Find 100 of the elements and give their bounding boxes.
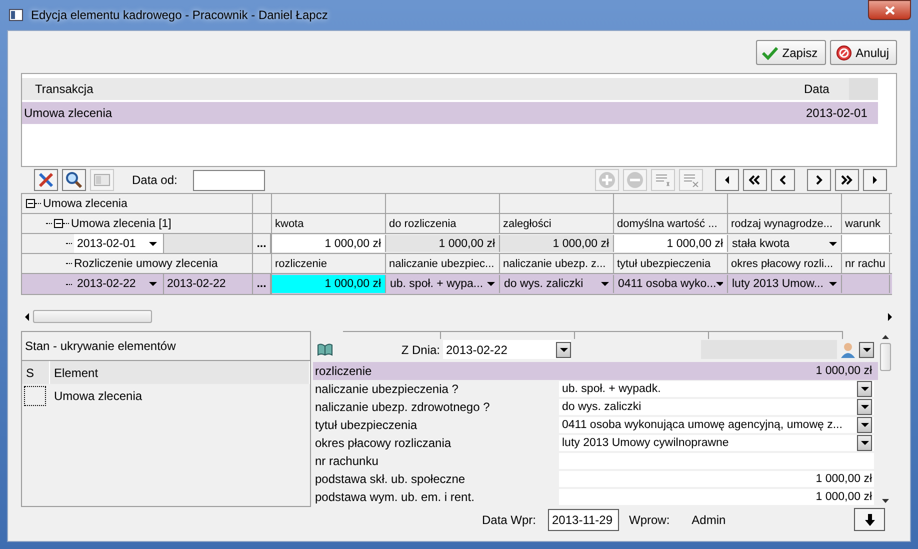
delete-line-button[interactable] (679, 169, 703, 191)
column-header: Transakcja (22, 78, 804, 100)
element-label: Umowa zlecenia (53, 389, 144, 403)
amount-field[interactable]: 1 000,00 zł (559, 471, 874, 487)
header-filler (849, 78, 878, 100)
table-cell: 1 000,00 zł (500, 235, 614, 252)
property-row[interactable]: podstawa wym. ub. em. i rent. 1 000,00 zł (313, 488, 878, 506)
previous-page-button[interactable] (743, 169, 767, 191)
triangle-right-icon (873, 176, 877, 184)
property-row[interactable]: okres płacowy rozliczania luty 2013 Umowy cywilnoprawne (313, 434, 878, 452)
dropdown-arrow-icon (487, 282, 495, 286)
column-header: nr rachu (842, 254, 890, 273)
dropdown-button[interactable] (857, 399, 872, 415)
close-button[interactable] (868, 0, 911, 20)
property-row[interactable]: naliczanie ubezpieczenia ? ub. społ. + wypadk. (313, 380, 878, 398)
next-page-button[interactable] (835, 169, 859, 191)
cancel-icon (836, 44, 852, 60)
last-button[interactable] (863, 169, 887, 191)
dropdown-button[interactable] (857, 435, 872, 451)
property-row[interactable]: tytuł ubezpieczenia 0411 osoba wykonująca umowę agencyjną, umowę z... (313, 416, 878, 434)
entry-date-field[interactable]: 2013-11-29 (548, 508, 619, 530)
amount-field[interactable]: 1 000,00 zł (559, 489, 874, 505)
property-row[interactable]: naliczanie ubezp. zdrowotnego ? do wys. zaliczki (313, 398, 878, 416)
down-button[interactable] (854, 508, 885, 531)
date-label: Z Dnia: (400, 342, 441, 356)
tree-node-label[interactable]: Umowa zlecenia [1] (71, 218, 172, 230)
tools-button[interactable] (34, 169, 58, 191)
dropdown-arrow-icon (862, 348, 870, 352)
record-row[interactable]: 2013-02-01 ... 1 000,00 zł 1 000,00 zł 1 000,00 zł 1 000,00 zł stała kwota (22, 234, 892, 254)
date-from-label: Data od: (132, 173, 178, 187)
record-row[interactable]: 2013-02-22 2013-02-22 ... 1 000,00 zł ub. społ. + wypa... do wys. zaliczki 0411 osoba wyko... luty 2013 Umow... (22, 274, 892, 294)
scroll-left-icon (25, 312, 29, 320)
column-header: naliczanie ubezp. z... (500, 254, 614, 273)
property-row[interactable]: podstawa skł. ub. społeczne 1 000,00 zł (313, 470, 878, 488)
checkbox[interactable] (24, 386, 46, 406)
chevron-right-icon (816, 175, 822, 185)
scroll-right-icon (888, 312, 892, 320)
triangle-left-icon (725, 176, 729, 184)
date-field[interactable]: 2013-02-22 (164, 274, 252, 294)
search-button[interactable] (62, 169, 86, 191)
dropdown-field[interactable]: do wys. zaliczki (559, 399, 874, 415)
transaction-row[interactable]: Umowa zlecenia 2013-02-01 (22, 102, 878, 124)
dropdown-cell[interactable]: do wys. zaliczki (500, 275, 614, 293)
tree-node-label[interactable]: Rozliczenie umowy zlecenia (74, 258, 218, 270)
first-button[interactable] (715, 169, 739, 191)
dropdown-arrow-icon (860, 441, 868, 445)
column-header: Data (804, 78, 849, 100)
double-chevron-right-icon (841, 175, 853, 185)
column-header: tytuł ubezpieczenia (614, 254, 728, 273)
scrollbar-thumb[interactable] (33, 310, 152, 323)
dropdown-field[interactable]: luty 2013 Umowy cywilnoprawne (559, 435, 874, 451)
save-button[interactable]: Zapisz (756, 40, 826, 65)
previous-button[interactable] (771, 169, 795, 191)
date-select[interactable]: 2013-02-01 (74, 234, 164, 253)
dropdown-field[interactable]: 0411 osoba wykonująca umowę agencyjną, umowę z... (559, 417, 874, 433)
entered-by-label: Wprow: (629, 512, 670, 526)
plus-icon (598, 171, 616, 189)
column-header: do rozliczenia (386, 214, 500, 233)
amount-field[interactable]: 1 000,00 zł (272, 275, 386, 293)
amount-field[interactable]: 1 000,00 zł (272, 235, 386, 252)
dropdown-arrow-icon (829, 242, 837, 246)
column-header: domyślna wartość ... (614, 214, 728, 233)
checkmark-icon (762, 46, 778, 60)
dropdown-cell[interactable]: 0411 osoba wyko... (614, 275, 728, 293)
arrow-down-icon (864, 514, 874, 526)
date-select[interactable]: 2013-02-22 (74, 274, 164, 294)
collapse-icon[interactable] (26, 199, 35, 208)
dropdown-arrow-icon (829, 282, 837, 286)
double-chevron-left-icon (749, 175, 761, 185)
dropdown-button[interactable] (857, 417, 872, 433)
date-select[interactable]: 2013-02-22 (443, 340, 571, 359)
scrollbar-thumb[interactable] (880, 343, 890, 371)
date-from-field[interactable] (193, 170, 266, 190)
cancel-button[interactable]: Anuluj (830, 40, 897, 65)
property-row[interactable]: rozliczenie 1 000,00 zł (313, 362, 878, 380)
dropdown-cell[interactable]: ub. społ. + wypa... (386, 275, 500, 293)
dropdown-arrow-icon (601, 282, 609, 286)
collapse-icon[interactable] (54, 219, 63, 228)
book-icon[interactable] (317, 343, 333, 356)
dropdown-field[interactable]: ub. społ. + wypadk. (559, 381, 874, 397)
search-icon (65, 171, 83, 189)
dropdown-arrow-icon (860, 405, 868, 409)
dropdown-arrow-icon (860, 387, 868, 391)
add-line-button[interactable] (651, 169, 675, 191)
amount-field[interactable]: 1 000,00 zł (559, 363, 874, 379)
dropdown-cell[interactable]: luty 2013 Umow... (728, 275, 842, 293)
dropdown-button[interactable] (859, 342, 874, 358)
window-title: Edycja elementu kadrowego - Pracownik - Daniel Łapcz (31, 8, 329, 22)
dropdown-button[interactable] (556, 342, 571, 358)
next-button[interactable] (807, 169, 831, 191)
dropdown-button[interactable] (857, 381, 872, 397)
amount-field[interactable]: 1 000,00 zł (614, 235, 728, 252)
dropdown-arrow-icon (149, 242, 157, 246)
scroll-down-icon[interactable] (882, 499, 888, 503)
tree-node-label[interactable]: Umowa zlecenia (43, 198, 128, 210)
column-header: naliczanie ubezpiec... (386, 254, 500, 273)
dropdown-arrow-icon (149, 282, 157, 286)
property-row[interactable]: nr rachunku (313, 452, 878, 470)
table-cell: 1 000,00 zł (386, 235, 500, 252)
scroll-up-icon[interactable] (882, 335, 888, 339)
